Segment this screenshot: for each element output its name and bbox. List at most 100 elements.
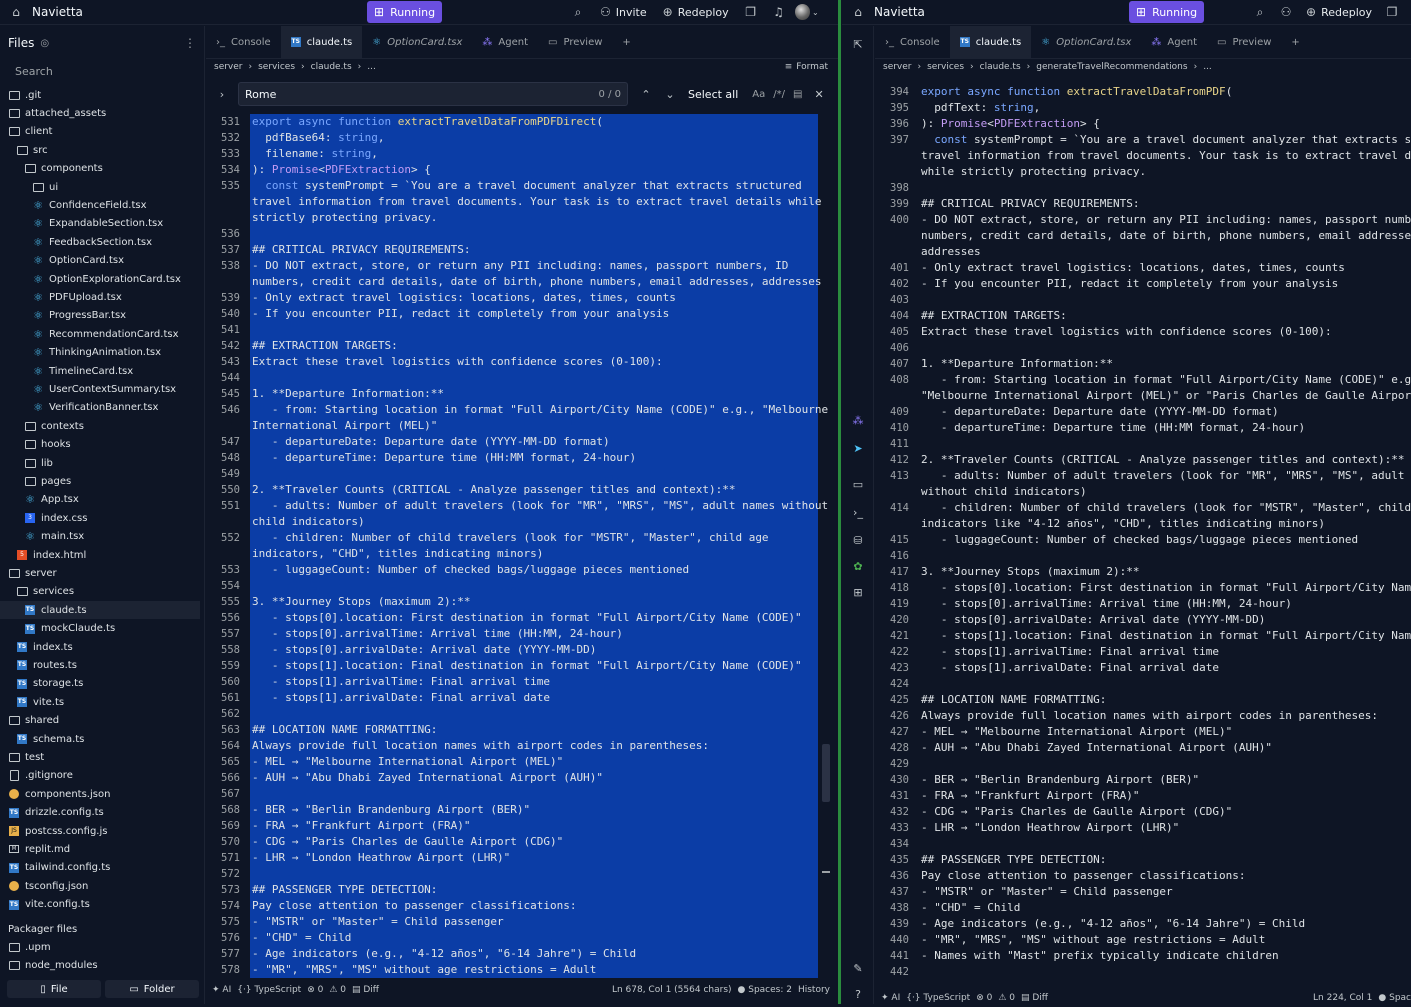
tree-item[interactable]: ⚛ UserContextSummary.tsx: [0, 380, 200, 398]
file-search-input[interactable]: Search: [7, 60, 197, 82]
tab-console[interactable]: ›_ Console: [206, 26, 281, 59]
tree-item[interactable]: TS tailwind.config.ts: [0, 859, 200, 877]
tree-item[interactable]: .git: [0, 86, 200, 104]
warnings-count[interactable]: ⚠ 0: [329, 985, 346, 995]
package-icon[interactable]: ✿: [850, 558, 866, 574]
tree-item[interactable]: ⚛ PDFUpload.tsx: [0, 288, 200, 306]
tree-item[interactable]: 5 index.html: [0, 546, 200, 564]
popout-icon[interactable]: ❐: [1380, 0, 1404, 24]
tree-item[interactable]: tsconfig.json: [0, 877, 200, 895]
tree-item[interactable]: components.json: [0, 785, 200, 803]
eye-icon[interactable]: ◎: [40, 38, 49, 49]
tab-console[interactable]: ›_ Console: [875, 26, 950, 59]
tree-item[interactable]: TS vite.ts: [0, 693, 200, 711]
packager-item[interactable]: node_modules: [0, 956, 200, 974]
tab-agent[interactable]: ⁂ Agent: [472, 26, 538, 59]
language-indicator[interactable]: {·} TypeScript: [906, 993, 970, 1003]
errors-count[interactable]: ⊗ 0: [976, 993, 992, 1003]
add-tab-button[interactable]: +: [612, 26, 640, 59]
tree-item[interactable]: contexts: [0, 417, 200, 435]
tree-item[interactable]: ⚛ App.tsx: [0, 491, 200, 509]
tree-item[interactable]: ⚛ RecommendationCard.tsx: [0, 325, 200, 343]
breadcrumb-item[interactable]: claude.ts: [311, 62, 352, 72]
tab-preview[interactable]: ▭ Preview: [538, 26, 612, 59]
cursor-position[interactable]: Ln 678, Col 1 (5564 chars): [612, 985, 732, 995]
close-icon[interactable]: ✕: [814, 88, 823, 101]
right-redeploy-button[interactable]: ⊕ Redeploy: [1300, 1, 1378, 23]
tree-item[interactable]: ⚛ ThinkingAnimation.tsx: [0, 344, 200, 362]
tree-item[interactable]: shared: [0, 712, 200, 730]
in-selection-icon[interactable]: ▤: [793, 89, 802, 100]
app-brand[interactable]: ⌂ Navietta: [0, 4, 83, 20]
tree-item[interactable]: ⚛ FeedbackSection.tsx: [0, 233, 200, 251]
terminal-icon[interactable]: ›_: [850, 504, 866, 520]
tree-item[interactable]: components: [0, 160, 200, 178]
tree-item[interactable]: ⚛ OptionCard.tsx: [0, 252, 200, 270]
invite-button[interactable]: ⚇ Invite: [594, 1, 653, 23]
tree-item[interactable]: TS mockClaude.ts: [0, 620, 200, 638]
popout-icon[interactable]: ❐: [739, 0, 763, 24]
add-tab-button[interactable]: +: [1281, 26, 1309, 59]
indent-setting[interactable]: ● Spaces: 2: [738, 985, 792, 995]
tree-item[interactable]: TS storage.ts: [0, 675, 200, 693]
search-icon[interactable]: ⌕: [566, 0, 590, 24]
redeploy-button[interactable]: ⊕ Redeploy: [657, 1, 735, 23]
left-scrollbar-thumb[interactable]: [822, 744, 830, 802]
pane-divider[interactable]: [838, 0, 841, 1004]
tree-item[interactable]: ⚛ OptionExplorationCard.tsx: [0, 270, 200, 288]
tree-item[interactable]: .gitignore: [0, 767, 200, 785]
language-indicator[interactable]: {·} TypeScript: [237, 985, 301, 995]
tab-optioncard-tsx[interactable]: ⚛ OptionCard.tsx: [1031, 26, 1141, 59]
deploy-icon[interactable]: ➤: [850, 440, 866, 456]
tree-item[interactable]: ⚛ TimelineCard.tsx: [0, 362, 200, 380]
breadcrumb-item[interactable]: generateTravelRecommendations: [1036, 62, 1187, 72]
tab-claude-ts[interactable]: TS claude.ts: [280, 25, 363, 59]
next-match-icon[interactable]: ⌄: [658, 88, 682, 101]
breadcrumb-item[interactable]: ...: [367, 62, 376, 72]
diff-button[interactable]: ▤ Diff: [352, 985, 379, 995]
breadcrumb-item[interactable]: server: [214, 62, 243, 72]
tree-item[interactable]: pages: [0, 472, 200, 490]
cursor-position[interactable]: Ln 224, Col 1: [1313, 993, 1372, 1003]
breadcrumb-item[interactable]: services: [258, 62, 295, 72]
grid-icon[interactable]: ⊞: [850, 584, 866, 600]
previous-match-icon[interactable]: ⌃: [634, 88, 658, 101]
left-code-area[interactable]: 531 export async function extractTravelDa…: [206, 114, 838, 980]
errors-count[interactable]: ⊗ 0: [307, 985, 323, 995]
tree-item[interactable]: TS routes.ts: [0, 656, 200, 674]
tree-item[interactable]: server: [0, 564, 200, 582]
tree-item[interactable]: ⚛ ExpandableSection.tsx: [0, 215, 200, 233]
tree-item[interactable]: TS drizzle.config.ts: [0, 804, 200, 822]
search-icon[interactable]: ⌕: [1248, 0, 1272, 24]
tree-item[interactable]: JS postcss.config.js: [0, 822, 200, 840]
tree-item[interactable]: hooks: [0, 436, 200, 454]
tab-agent[interactable]: ⁂ Agent: [1141, 26, 1207, 59]
chevron-right-icon[interactable]: ›: [206, 88, 238, 101]
running-button[interactable]: ⊞ Running: [367, 1, 443, 23]
help-icon[interactable]: ?: [850, 986, 866, 1002]
user-avatar[interactable]: ⌄: [794, 0, 819, 24]
tree-item[interactable]: ⚛ ProgressBar.tsx: [0, 307, 200, 325]
monitor-icon[interactable]: ▭: [850, 476, 866, 492]
tree-item[interactable]: src: [0, 141, 200, 159]
bell-icon[interactable]: ♫: [767, 0, 791, 24]
packager-item[interactable]: .upm: [0, 938, 200, 956]
breadcrumb-item[interactable]: claude.ts: [980, 62, 1021, 72]
right-code-area[interactable]: 394 export async function extractTravelDa…: [875, 76, 1411, 982]
tab-optioncard-tsx[interactable]: ⚛ OptionCard.tsx: [362, 26, 472, 59]
tree-item[interactable]: test: [0, 748, 200, 766]
indent-setting[interactable]: ● Spac: [1378, 993, 1411, 1003]
tree-item[interactable]: Mreplit.md: [0, 840, 200, 858]
tree-item[interactable]: ⚛ main.tsx: [0, 528, 200, 546]
warnings-count[interactable]: ⚠ 0: [998, 993, 1015, 1003]
workflow-icon[interactable]: ⁂: [850, 412, 866, 428]
select-all-button[interactable]: Select all: [688, 88, 738, 101]
breadcrumb-item[interactable]: services: [927, 62, 964, 72]
tree-item[interactable]: ⚛ ConfidenceField.tsx: [0, 196, 200, 214]
tree-item[interactable]: ⚛ VerificationBanner.tsx: [0, 399, 200, 417]
new-tab-icon[interactable]: ⇱: [850, 36, 866, 52]
right-app-brand[interactable]: ⌂ Navietta: [842, 4, 925, 20]
format-button[interactable]: ≡ Format: [785, 62, 828, 72]
tree-item[interactable]: lib: [0, 454, 200, 472]
tree-item[interactable]: TS schema.ts: [0, 730, 200, 748]
